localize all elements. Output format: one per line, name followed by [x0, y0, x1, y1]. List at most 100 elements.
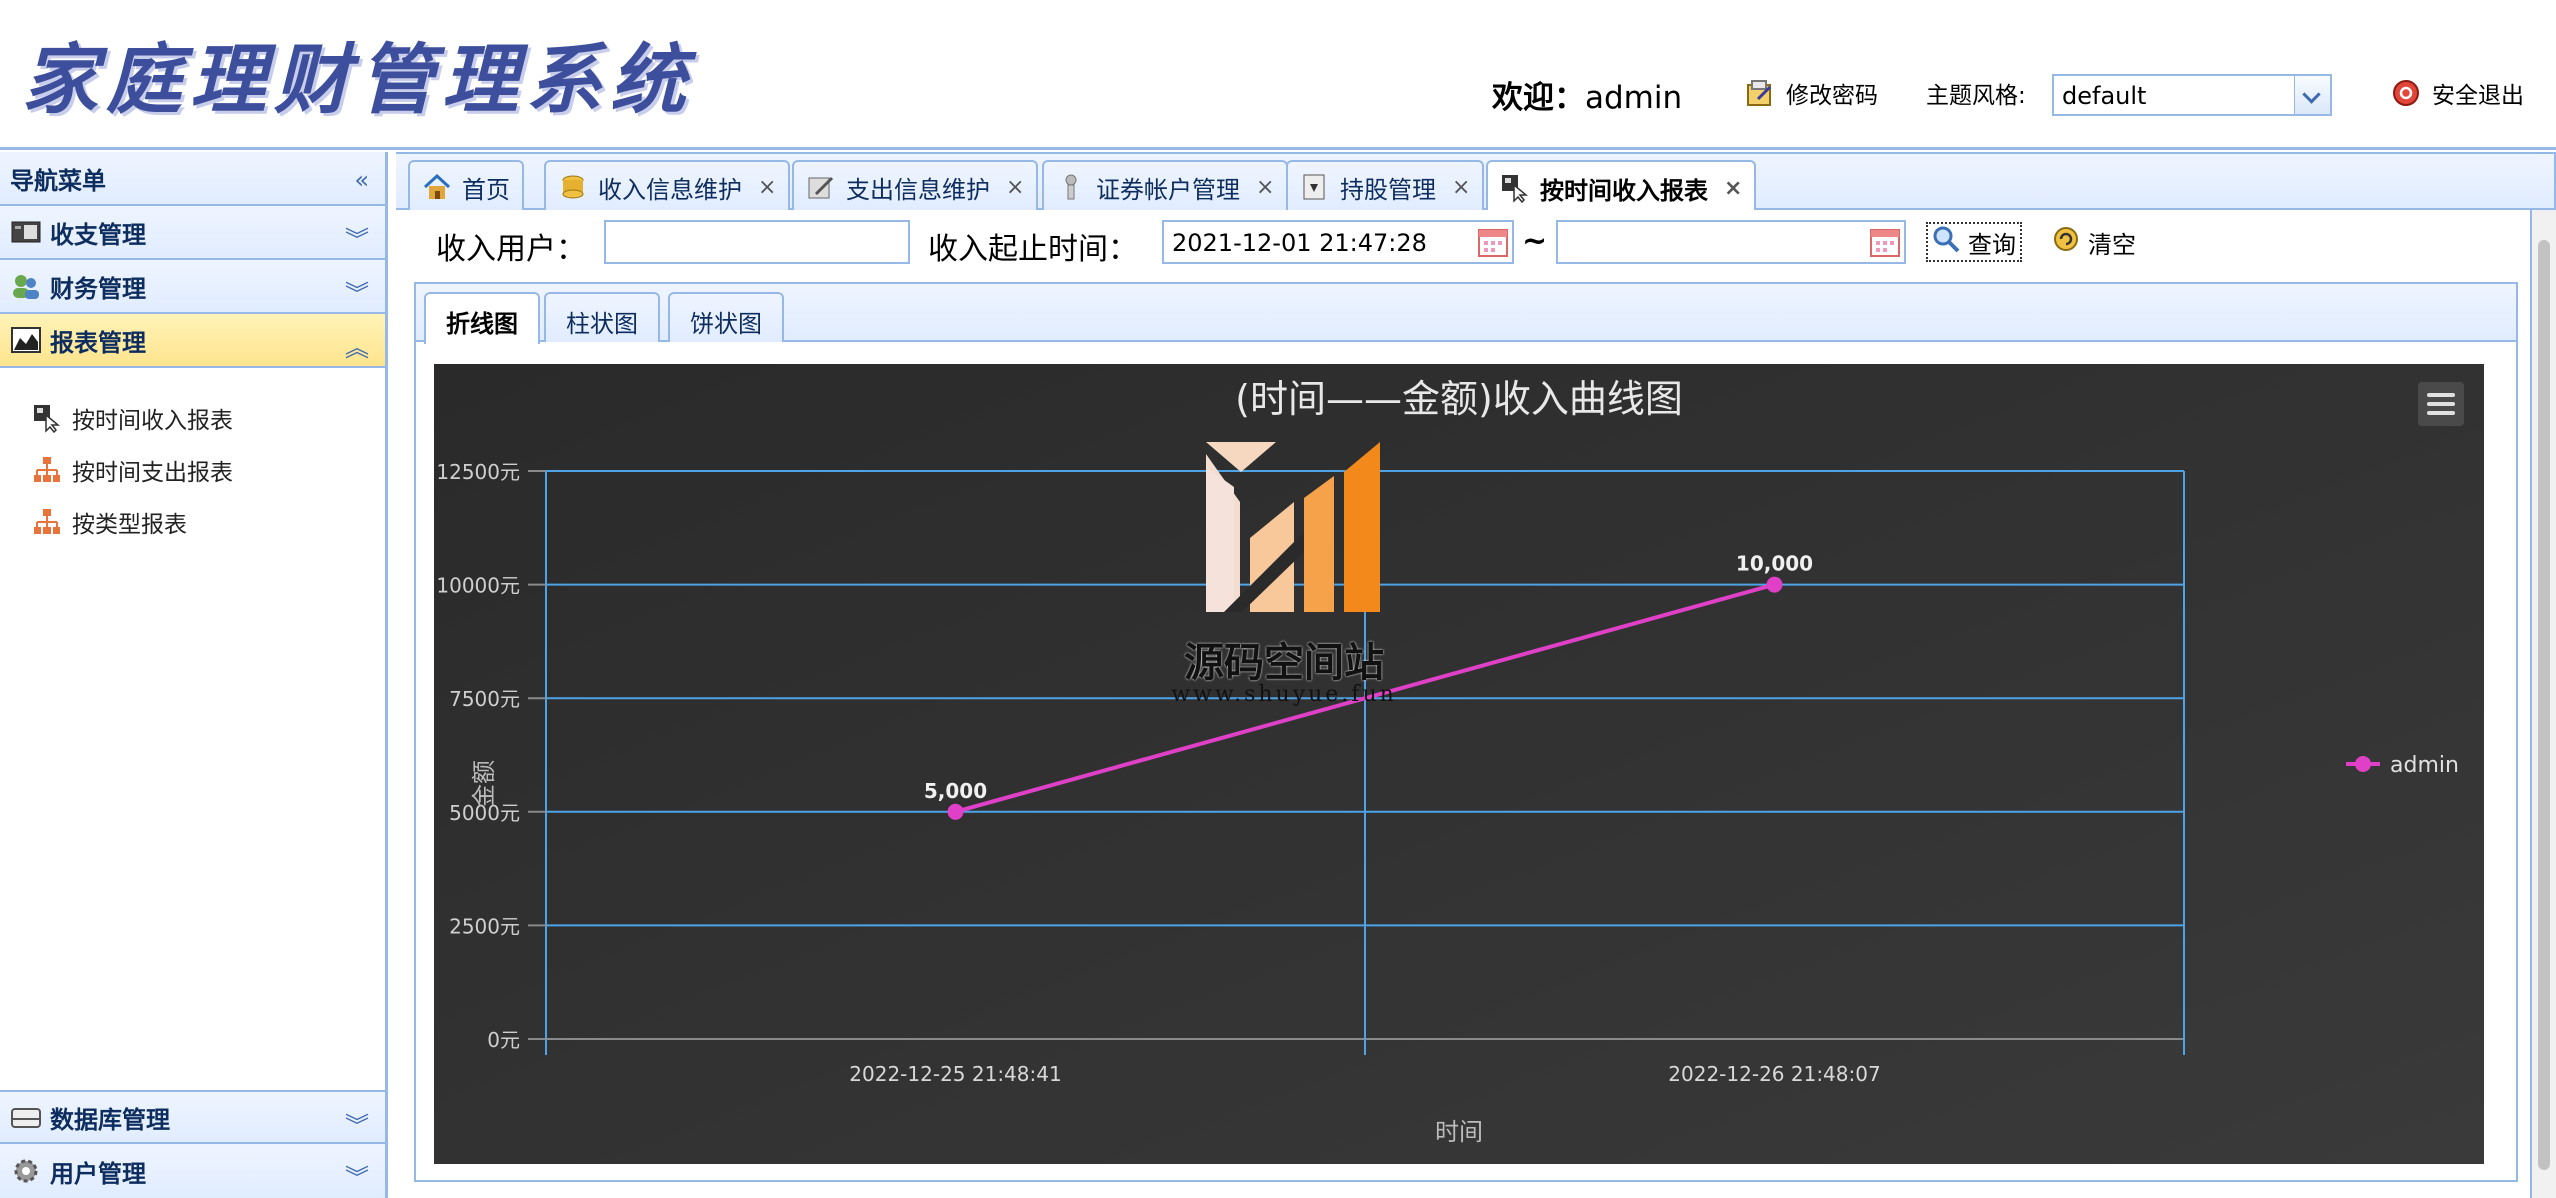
tab-expense-maintenance[interactable]: 支出信息维护 ×	[792, 160, 1039, 212]
x-tick-label: 2022-12-25 21:48:41	[849, 1062, 1061, 1086]
chart-type-tabs: 折线图 柱状图 饼状图	[416, 284, 2516, 344]
sidebar-section-label: 用户管理	[50, 1159, 146, 1188]
tab-bar: 首页 收入信息维护 × 支出信息维护 × 证券帐户管理 × 持股管理 × 按时间…	[396, 152, 2556, 214]
clear-icon	[2052, 225, 2080, 259]
close-icon[interactable]: ×	[1006, 175, 1024, 200]
x-tick-label: 2022-12-26 21:48:07	[1668, 1062, 1880, 1086]
watermark: 源码空间站 www.shuyue.fun	[1154, 442, 1414, 742]
tab-home[interactable]: 首页	[408, 160, 524, 212]
tab-bar-chart[interactable]: 柱状图	[544, 292, 660, 342]
end-time-input[interactable]	[1556, 220, 1906, 264]
y-tick-label: 12500元	[436, 460, 520, 484]
y-axis-label: 金额	[470, 760, 498, 808]
ledger-icon	[10, 216, 42, 248]
search-icon	[1932, 225, 1960, 259]
sidebar-section-database[interactable]: 数据库管理 ︾	[0, 1090, 385, 1144]
data-point[interactable]	[947, 803, 964, 820]
tab-label: 收入信息维护	[598, 175, 742, 204]
clear-button[interactable]: 清空	[2048, 222, 2140, 262]
chart-title: (时间——金额)收入曲线图	[1235, 377, 1683, 421]
sidebar: 导航菜单 « 收支管理 ︾ 财务管理 ︾ 报表管理 ︽ 按时间收入报表 按时间支…	[0, 152, 388, 1198]
gear-icon	[10, 1155, 42, 1187]
edit-key-icon	[1744, 77, 1776, 109]
income-user-input[interactable]	[604, 220, 910, 264]
theme-select[interactable]: default	[2052, 74, 2332, 116]
coins-icon	[558, 172, 588, 202]
sidebar-section-label: 数据库管理	[50, 1105, 170, 1134]
filter-bar: 收入用户： 收入起止时间： 2021-12-01 21:47:28 ~ 查询 清…	[396, 210, 2526, 278]
logout-label: 安全退出	[2432, 83, 2524, 109]
chevron-down-icon[interactable]: ︾	[345, 220, 369, 255]
app-title: 家庭理财管理系统	[22, 35, 694, 124]
close-icon[interactable]: ×	[1256, 175, 1274, 200]
income-user-label: 收入用户：	[436, 232, 586, 267]
sidebar-title: 导航菜单 «	[0, 152, 385, 206]
line-chart: (时间——金额)收入曲线图 0元 2500元 5000元 7500元 10000元 125…	[434, 364, 2484, 1164]
close-icon[interactable]: ×	[1724, 176, 1742, 201]
clear-label: 清空	[2088, 230, 2136, 259]
calendar-icon[interactable]	[1476, 225, 1510, 259]
area-chart-icon	[10, 324, 42, 356]
close-icon[interactable]: ×	[758, 175, 776, 200]
y-tick-label: 0元	[487, 1028, 520, 1052]
tab-income-maintenance[interactable]: 收入信息维护 ×	[544, 160, 791, 212]
chart-panel: 折线图 柱状图 饼状图 (时间——金额)收入曲线图 0元 2500元 5000元 75	[414, 282, 2518, 1182]
tab-label: 按时间收入报表	[1540, 176, 1708, 205]
tab-label: 首页	[462, 175, 510, 204]
change-password-label: 修改密码	[1786, 83, 1878, 109]
card-icon	[1300, 172, 1330, 202]
vertical-scrollbar[interactable]	[2532, 210, 2556, 1198]
sidebar-section-users[interactable]: 用户管理 ︾	[0, 1144, 385, 1198]
chart-menu-button[interactable]	[2418, 382, 2464, 426]
hard-drive-icon	[10, 1101, 42, 1133]
change-password-link[interactable]: 修改密码	[1744, 76, 1878, 110]
menu-item-label: 按时间支出报表	[72, 460, 233, 486]
tab-content: 收入用户： 收入起止时间： 2021-12-01 21:47:28 ~ 查询 清…	[396, 210, 2532, 1198]
range-separator: ~	[1522, 224, 1548, 259]
welcome-text: 欢迎：admin	[1492, 72, 1682, 117]
chart-svg: (时间——金额)收入曲线图 0元2500元5000元7500元10000元125…	[434, 364, 2484, 1164]
app-header: 家庭理财管理系统 欢迎：admin 修改密码 主题风格: default 安全退…	[0, 0, 2556, 150]
tab-holdings[interactable]: 持股管理 ×	[1286, 160, 1485, 212]
menu-item-type-report[interactable]: 按类型报表	[0, 496, 385, 548]
watermark-text: 源码空间站	[1184, 640, 1384, 686]
close-icon[interactable]: ×	[1452, 175, 1470, 200]
data-point[interactable]	[1766, 576, 1783, 593]
theme-label: 主题风格:	[1926, 83, 2026, 109]
logout-link[interactable]: 安全退出	[2390, 76, 2524, 110]
query-button[interactable]: 查询	[1926, 222, 2022, 262]
scrollbar-thumb[interactable]	[2538, 240, 2550, 1170]
y-tick-label: 2500元	[449, 914, 520, 938]
start-time-value: 2021-12-01 21:47:28	[1172, 229, 1427, 257]
sidebar-section-income-expense[interactable]: 收支管理 ︾	[0, 206, 385, 260]
menu-item-expense-report[interactable]: 按时间支出报表	[0, 444, 385, 496]
y-tick-label: 7500元	[449, 687, 520, 711]
collapse-left-icon[interactable]: «	[354, 166, 369, 194]
org-chart-icon	[32, 507, 62, 537]
chevron-down-icon[interactable]: ︾	[345, 274, 369, 309]
tab-pie-chart[interactable]: 饼状图	[668, 292, 784, 342]
x-axis-label: 时间	[1435, 1118, 1483, 1146]
query-label: 查询	[1968, 230, 2016, 259]
legend-marker	[2355, 756, 2371, 772]
chevron-down-icon[interactable]: ︾	[345, 1158, 369, 1193]
sidebar-section-label: 财务管理	[50, 274, 146, 303]
sidebar-section-reports[interactable]: 报表管理 ︽	[0, 314, 385, 368]
menu-item-label: 按时间收入报表	[72, 408, 233, 434]
chevron-up-icon[interactable]: ︽	[345, 328, 369, 363]
calendar-icon[interactable]	[1868, 225, 1902, 259]
tab-label: 证券帐户管理	[1096, 175, 1240, 204]
main-area: 首页 收入信息维护 × 支出信息维护 × 证券帐户管理 × 持股管理 × 按时间…	[396, 152, 2556, 1198]
tab-line-chart[interactable]: 折线图	[424, 292, 540, 344]
start-time-input[interactable]: 2021-12-01 21:47:28	[1162, 220, 1514, 264]
chevron-down-icon[interactable]	[2294, 76, 2330, 114]
tab-income-report[interactable]: 按时间收入报表 ×	[1486, 160, 1757, 214]
sidebar-title-label: 导航菜单	[10, 166, 106, 195]
sidebar-bottom-sections: 数据库管理 ︾ 用户管理 ︾	[0, 1090, 385, 1198]
sidebar-section-finance[interactable]: 财务管理 ︾	[0, 260, 385, 314]
welcome-label: 欢迎：	[1492, 80, 1585, 116]
chevron-down-icon[interactable]: ︾	[345, 1106, 369, 1141]
document-edit-icon	[806, 172, 836, 202]
tab-securities-account[interactable]: 证券帐户管理 ×	[1042, 160, 1289, 212]
menu-item-income-report[interactable]: 按时间收入报表	[0, 392, 385, 444]
